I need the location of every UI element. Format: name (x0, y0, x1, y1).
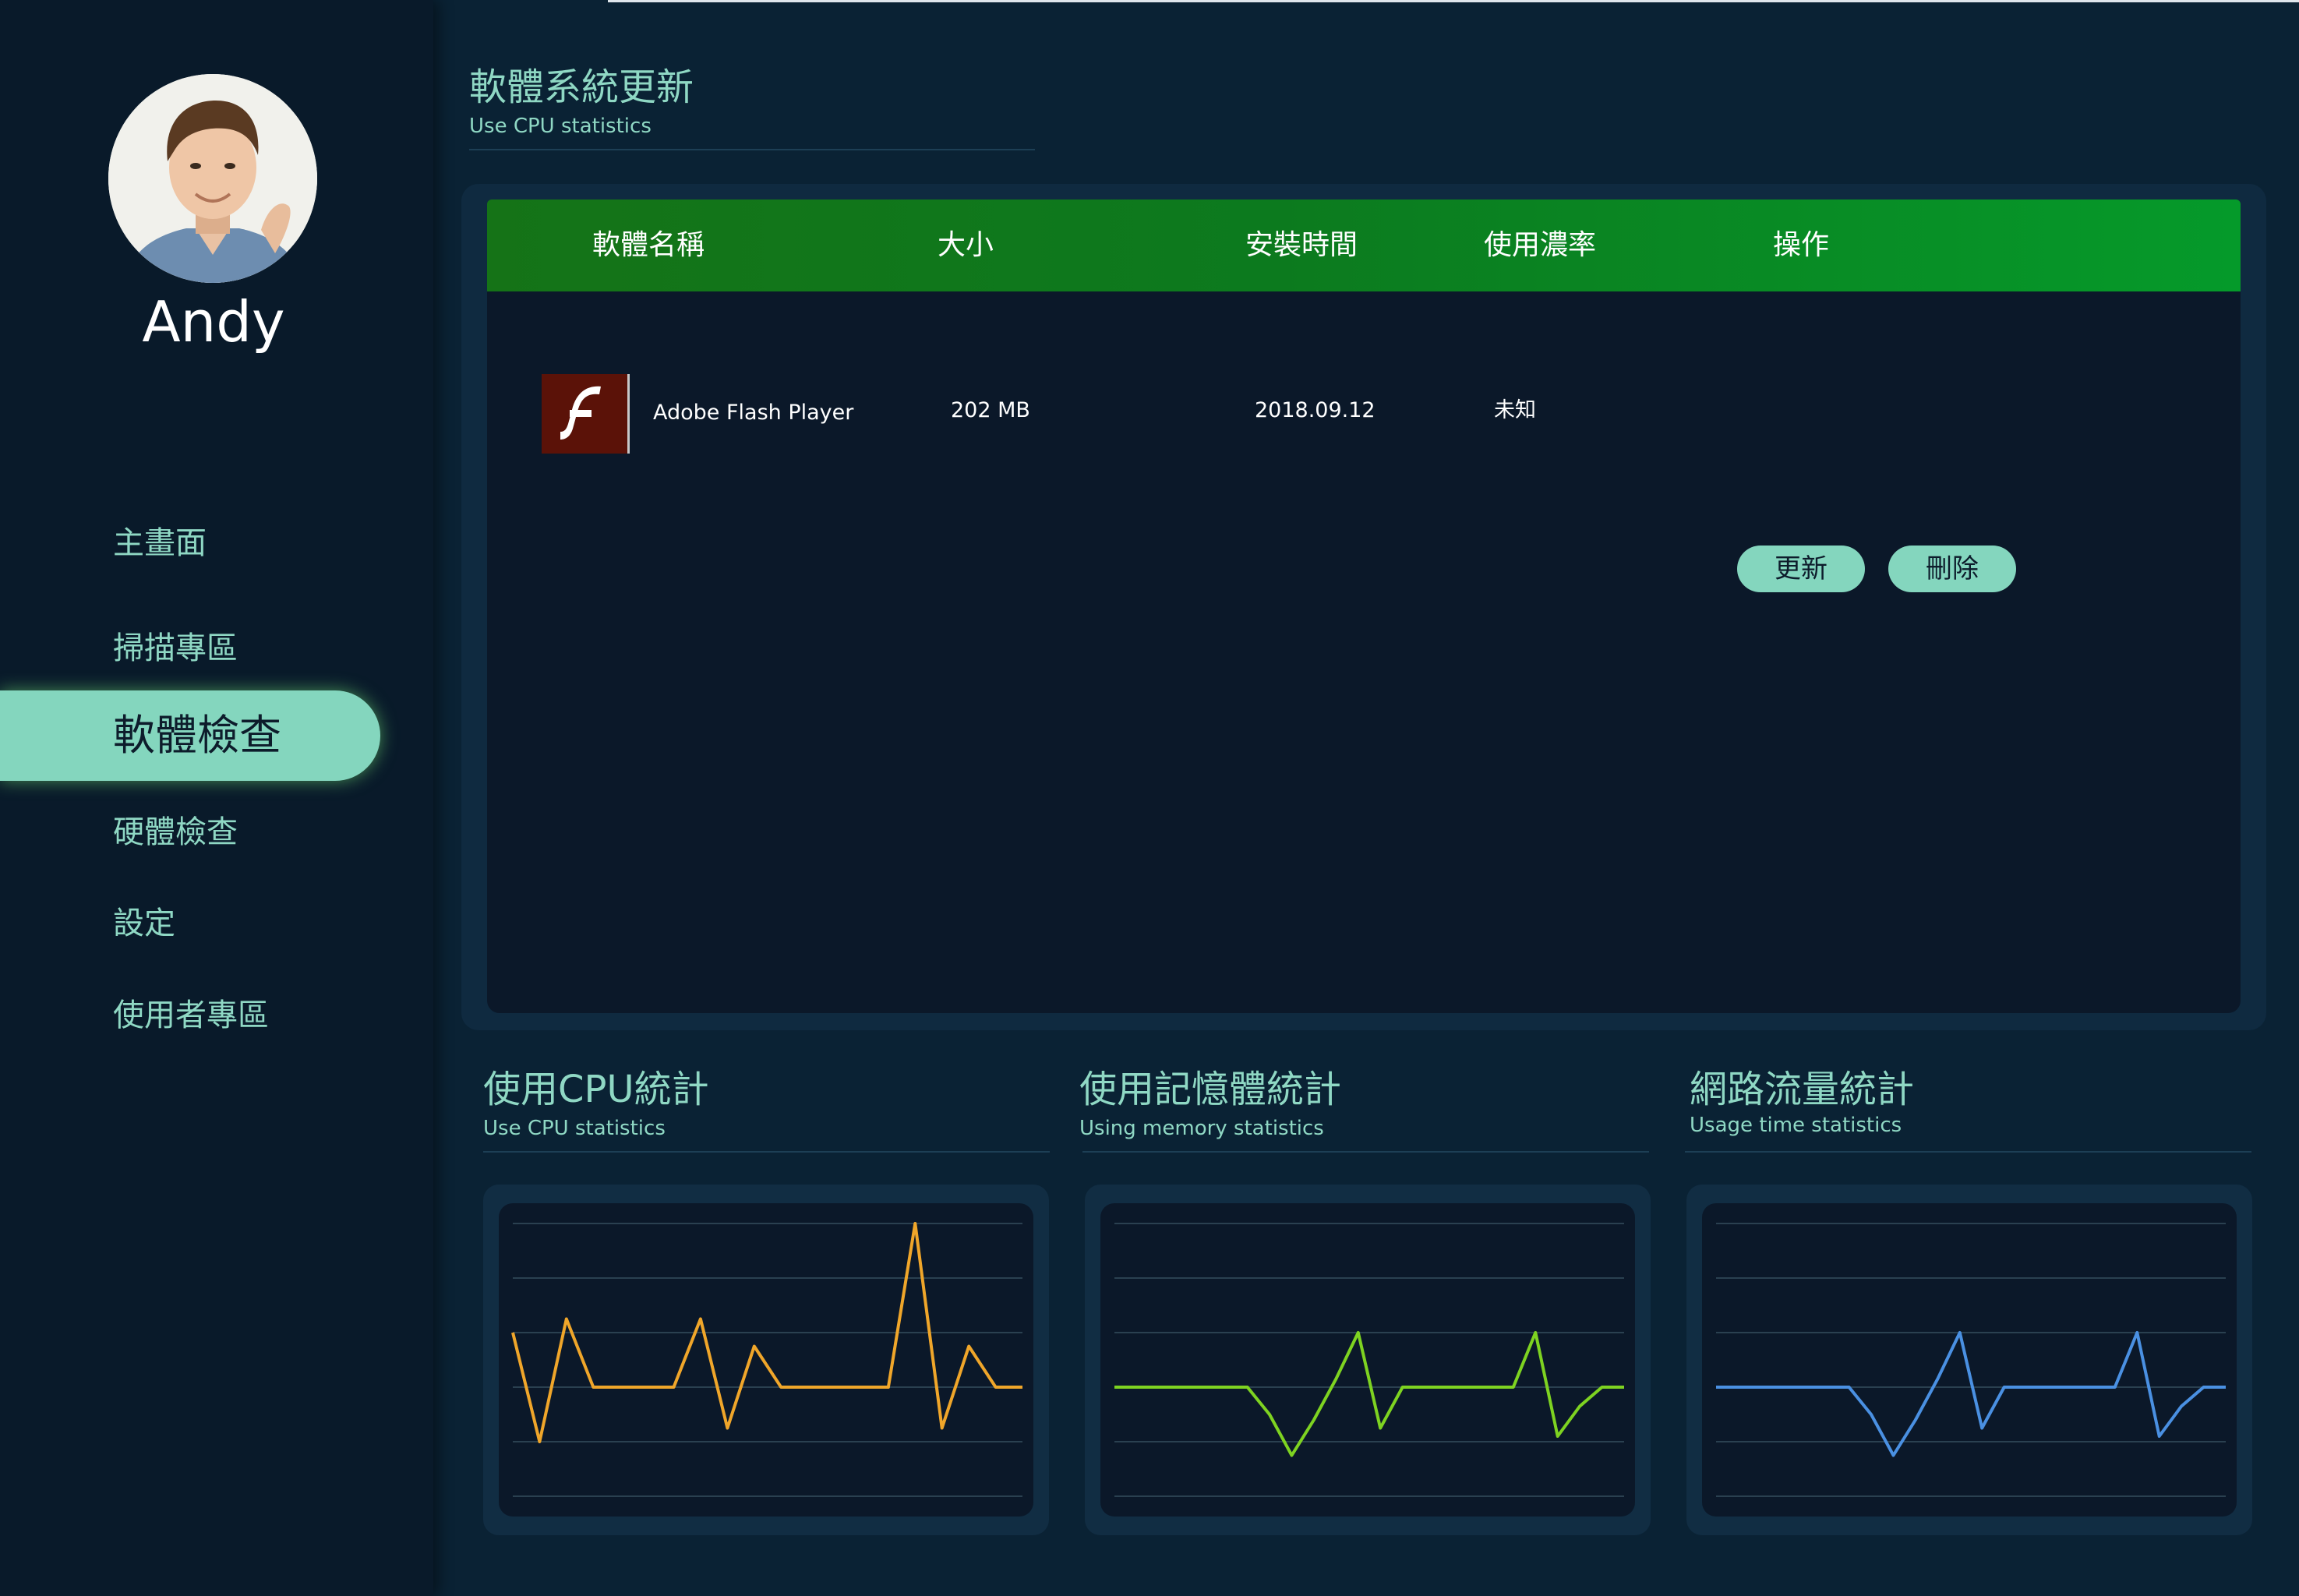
network-chart-panel (1686, 1185, 2252, 1535)
memory-line-chart (1114, 1223, 1624, 1497)
delete-button[interactable]: 刪除 (1888, 546, 2016, 592)
title-divider (469, 149, 1035, 150)
column-header-name: 軟體名稱 (592, 229, 705, 261)
nav-item-settings[interactable]: 設定 (113, 900, 175, 947)
cpu-chart-panel (483, 1185, 1049, 1535)
memory-chart-subtitle: Using memory statistics (1079, 1117, 1324, 1140)
nav-item-software-check[interactable]: 軟體檢查 (0, 690, 380, 781)
app-window: Andy 主畫面 掃描專區 軟體檢查 硬體檢查 設定 使用者專區 軟體系統更新 … (0, 0, 2299, 1596)
cpu-chart-divider (483, 1151, 1050, 1153)
cpu-chart-title: 使用CPU統計 (483, 1068, 709, 1111)
column-header-actions: 操作 (1773, 229, 1830, 261)
page-subtitle: Use CPU statistics (469, 115, 652, 138)
avatar-image (108, 74, 317, 283)
avatar[interactable] (108, 74, 317, 283)
nav-item-hardware-check[interactable]: 硬體檢查 (113, 809, 238, 856)
series-line (1716, 1331, 2226, 1457)
top-accent-line (608, 0, 2299, 2)
memory-chart-title: 使用記憶體統計 (1079, 1068, 1342, 1111)
software-table: 軟體名稱 大小 安裝時間 使用濃率 操作 Adobe Flash Player … (487, 200, 2241, 1013)
table-header: 軟體名稱 大小 安裝時間 使用濃率 操作 (487, 200, 2241, 291)
column-header-usage: 使用濃率 (1484, 229, 1597, 261)
memory-chart (1100, 1203, 1635, 1517)
column-header-install-date: 安裝時間 (1245, 229, 1358, 261)
cpu-line-chart (511, 1222, 1022, 1497)
network-line-chart (1716, 1223, 2226, 1497)
column-header-size: 大小 (938, 229, 994, 261)
series-line (1114, 1331, 1624, 1457)
nav-item-user-area[interactable]: 使用者專區 (113, 992, 269, 1039)
user-name: Andy (142, 289, 285, 355)
software-size: 202 MB (951, 398, 1030, 422)
memory-chart-divider (1082, 1151, 1649, 1153)
sidebar: Andy 主畫面 掃描專區 軟體檢查 硬體檢查 設定 使用者專區 (0, 0, 433, 1596)
network-chart-subtitle: Usage time statistics (1690, 1114, 1902, 1137)
network-chart-title: 網路流量統計 (1690, 1068, 1915, 1111)
software-table-panel: 軟體名稱 大小 安裝時間 使用濃率 操作 Adobe Flash Player … (461, 184, 2266, 1030)
software-install-date: 2018.09.12 (1255, 398, 1376, 422)
cpu-chart (499, 1203, 1033, 1517)
software-name: Adobe Flash Player (653, 401, 854, 425)
cpu-chart-subtitle: Use CPU statistics (483, 1117, 666, 1140)
network-chart-divider (1685, 1151, 2251, 1153)
network-chart (1702, 1203, 2237, 1517)
update-button[interactable]: 更新 (1737, 546, 1865, 592)
flash-icon (542, 374, 630, 454)
software-usage: 未知 (1494, 398, 1536, 422)
nav-item-scan[interactable]: 掃描專區 (113, 625, 238, 672)
nav-item-label: 軟體檢查 (113, 711, 281, 760)
page-title: 軟體系統更新 (469, 65, 694, 109)
memory-chart-panel (1085, 1185, 1651, 1535)
nav-item-home[interactable]: 主畫面 (113, 520, 207, 567)
